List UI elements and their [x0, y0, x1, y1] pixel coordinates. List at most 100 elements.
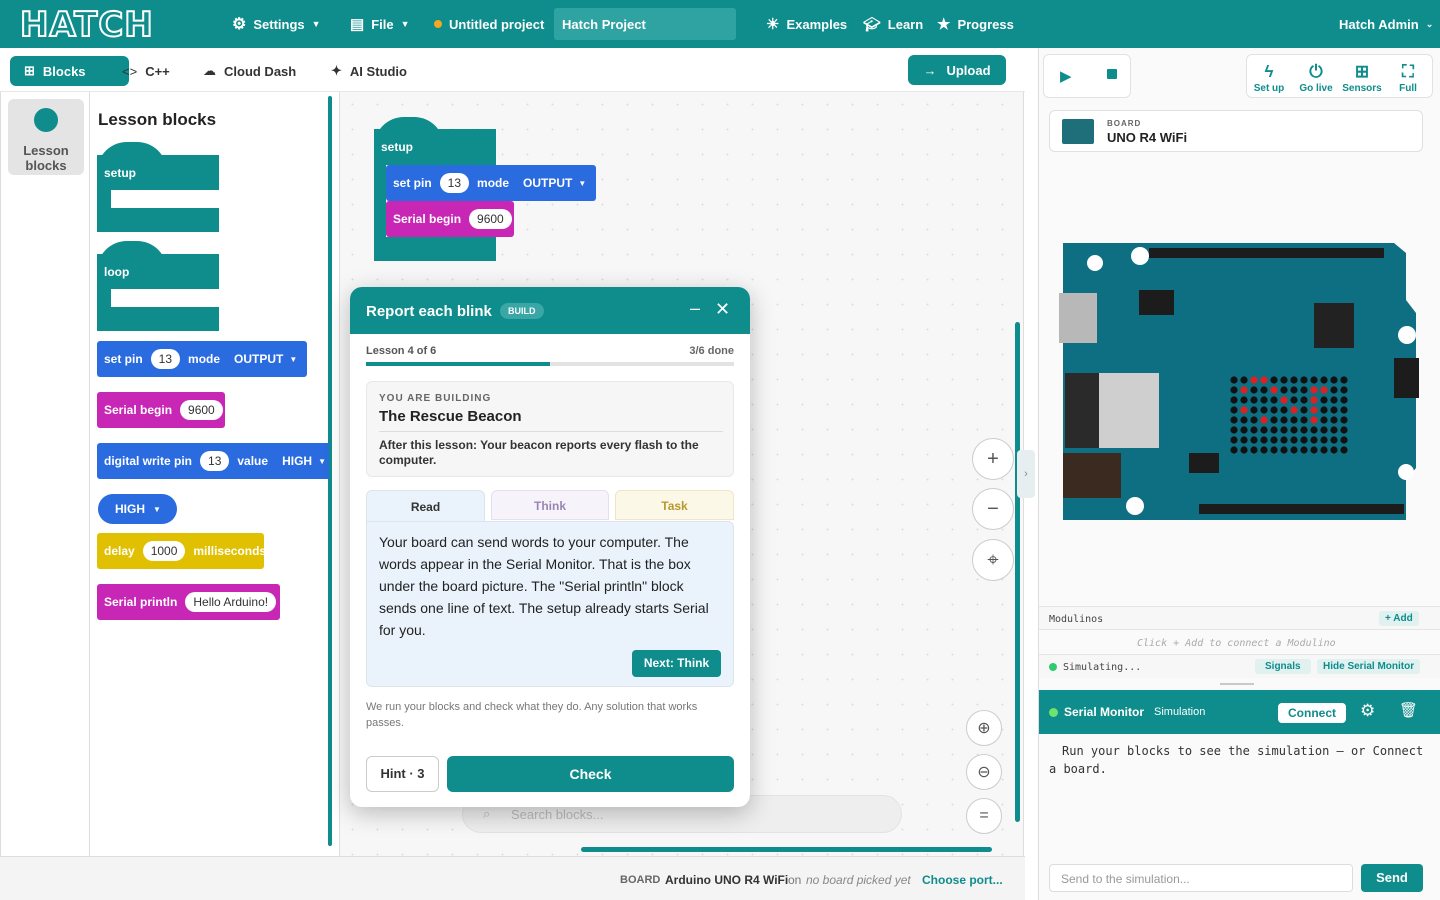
palette-serial-println-block[interactable]: Serial println Hello Arduino!: [97, 584, 280, 620]
project-name-input[interactable]: Hatch Project: [554, 8, 736, 40]
sparkle-icon: ✦: [331, 63, 342, 78]
tab-cpp[interactable]: <> C++: [122, 56, 170, 86]
delay-value[interactable]: 1000: [142, 541, 186, 561]
play-icon[interactable]: ▶: [1060, 67, 1072, 85]
triangle-down-icon: ▼: [578, 178, 587, 188]
run-controls: ▶: [1043, 54, 1131, 98]
connect-button[interactable]: Connect: [1278, 703, 1346, 723]
stop-icon[interactable]: [1107, 69, 1117, 79]
graduation-cap-icon: 🎓︎: [863, 15, 881, 32]
lightning-icon: ϟ: [1264, 62, 1274, 81]
serial-send-input[interactable]: Send to the simulation...: [1049, 864, 1353, 892]
panel-collapse-handle[interactable]: ›: [1017, 450, 1035, 498]
tab-blocks[interactable]: ⊞ Blocks: [10, 56, 129, 86]
category-lesson-blocks[interactable]: Lesson blocks: [8, 99, 84, 175]
pin-value[interactable]: 13: [200, 451, 230, 471]
palette-serial-begin-block[interactable]: Serial begin 9600: [97, 392, 225, 428]
led-matrix-pixel: [1280, 406, 1288, 414]
led-matrix-pixel: [1310, 396, 1318, 404]
led-matrix-pixel: [1230, 436, 1238, 444]
simulating-label: Simulating...: [1063, 662, 1142, 673]
palette-setup-block[interactable]: setup: [97, 142, 219, 234]
workspace-vscrollbar[interactable]: [1015, 322, 1020, 822]
add-modulino-button[interactable]: + Add: [1379, 611, 1419, 626]
examples-link[interactable]: ☀ Examples: [766, 0, 847, 48]
learn-label: Learn: [887, 16, 924, 32]
zoom-in-button[interactable]: ⊕: [966, 710, 1002, 746]
file-icon: ▤: [350, 16, 365, 33]
setup-button[interactable]: ϟ Set up: [1247, 61, 1291, 94]
hide-serial-monitor-button[interactable]: Hide Serial Monitor: [1317, 659, 1421, 674]
arduino-board-image: [1059, 243, 1419, 520]
zoom-reset-button[interactable]: =: [966, 798, 1002, 834]
ws-set-pin-block[interactable]: set pin 13 mode OUTPUT ▼: [386, 165, 596, 201]
hatch-logo[interactable]: HATCH: [20, 8, 192, 40]
led-matrix-pixel: [1280, 396, 1288, 404]
send-button[interactable]: Send: [1361, 864, 1423, 892]
ws-pin-value[interactable]: 13: [439, 173, 470, 193]
unsaved-project[interactable]: Untitled project: [434, 0, 544, 48]
baud-value[interactable]: 9600: [180, 400, 223, 420]
zoom-out-button[interactable]: ⊖: [966, 754, 1002, 790]
led-matrix-pixel: [1340, 396, 1348, 404]
fullscreen-button[interactable]: ⛶ Full: [1386, 61, 1430, 94]
gear-icon[interactable]: ⚙: [1360, 701, 1375, 721]
lesson-body-text: Your board can send words to your comput…: [379, 534, 709, 638]
resize-handle[interactable]: [1220, 683, 1254, 685]
user-menu[interactable]: Hatch Admin ⌄: [1339, 0, 1433, 48]
unsaved-dot-icon: [434, 20, 442, 28]
learn-link[interactable]: 🎓︎ Learn: [863, 0, 923, 48]
category-color-dot: [34, 108, 58, 132]
recenter-button[interactable]: ⌖: [972, 539, 1014, 581]
ws-mode-dropdown[interactable]: OUTPUT ▼: [523, 176, 586, 190]
led-matrix-pixel: [1260, 426, 1268, 434]
mode-dropdown[interactable]: OUTPUT ▼: [234, 352, 297, 366]
tab-cloud-dash[interactable]: ☁ Cloud Dash: [203, 56, 296, 86]
chevron-down-icon: ▼: [400, 19, 410, 29]
led-matrix-pixel: [1310, 426, 1318, 434]
check-button[interactable]: Check: [447, 756, 734, 792]
minimize-icon[interactable]: –: [690, 298, 700, 319]
tab-task[interactable]: Task: [615, 490, 734, 520]
close-icon[interactable]: ✕: [715, 299, 730, 320]
file-menu[interactable]: ▤ File ▼: [350, 0, 410, 48]
tab-think[interactable]: Think: [491, 490, 609, 520]
choose-port-link[interactable]: Choose port...: [922, 873, 1003, 887]
ws-baud-value[interactable]: 9600: [469, 209, 512, 229]
led-matrix-pixel: [1300, 416, 1308, 424]
palette-high-block[interactable]: HIGH ▼: [98, 494, 177, 524]
palette-set-pin-block[interactable]: set pin 13 mode OUTPUT ▼: [97, 341, 307, 377]
led-matrix-pixel: [1320, 416, 1328, 424]
go-live-button[interactable]: ⏻ Go live: [1294, 61, 1338, 94]
upload-button[interactable]: → Upload: [908, 55, 1006, 85]
palette-loop-block[interactable]: loop: [97, 241, 219, 333]
println-value[interactable]: Hello Arduino!: [185, 592, 277, 612]
tab-cloud-label: Cloud Dash: [224, 63, 297, 79]
hint-button[interactable]: Hint · 3: [366, 756, 439, 792]
remove-block-button[interactable]: −: [972, 488, 1014, 530]
progress-link[interactable]: ★ Progress: [937, 0, 1014, 48]
ws-serial-begin-block[interactable]: Serial begin 9600: [386, 201, 514, 237]
palette-delay-block[interactable]: delay 1000 milliseconds: [97, 533, 266, 569]
building-card: YOU ARE BUILDING The Rescue Beacon After…: [366, 381, 734, 477]
minus-icon: −: [987, 497, 999, 520]
add-block-button[interactable]: +: [972, 438, 1014, 480]
pin-value[interactable]: 13: [150, 349, 181, 369]
led-matrix-pixel: [1270, 406, 1278, 414]
expand-icon: ⛶: [1402, 62, 1414, 81]
value-dropdown[interactable]: HIGH ▼: [282, 454, 326, 468]
trash-icon[interactable]: 🗑︎: [1399, 701, 1418, 719]
signals-button[interactable]: Signals: [1255, 659, 1311, 674]
sensors-button[interactable]: ⊞ Sensors: [1340, 61, 1384, 94]
triangle-down-icon: ▼: [318, 456, 326, 466]
led-matrix-pixel: [1240, 436, 1248, 444]
workspace-hscrollbar[interactable]: [581, 847, 992, 852]
led-matrix-pixel: [1280, 376, 1288, 384]
palette-digital-write-block[interactable]: digital write pin 13 value HIGH ▼: [97, 443, 329, 479]
next-think-button[interactable]: Next: Think: [632, 650, 721, 677]
tab-ai-studio[interactable]: ✦ AI Studio: [331, 56, 407, 86]
board-selector[interactable]: BOARD UNO R4 WiFi: [1049, 110, 1423, 152]
upload-label: Upload: [946, 62, 991, 78]
settings-menu[interactable]: ⚙ Settings ▼: [232, 0, 321, 48]
tab-read[interactable]: Read: [366, 490, 485, 522]
